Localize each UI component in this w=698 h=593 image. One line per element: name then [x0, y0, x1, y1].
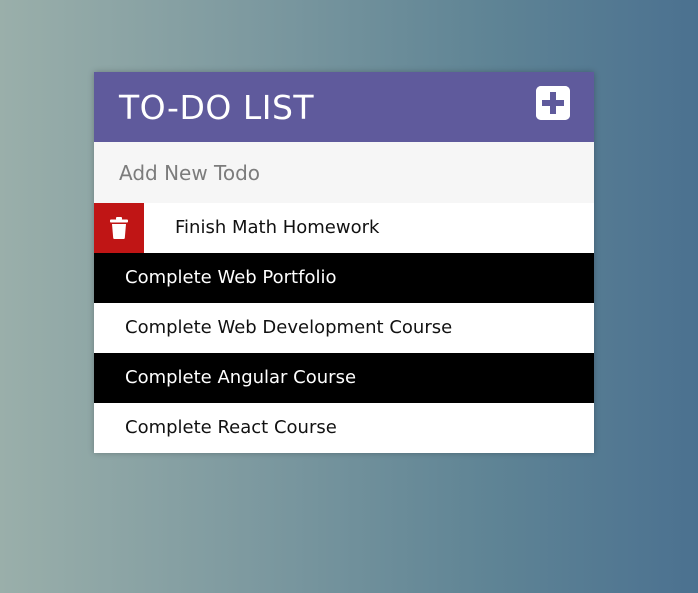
plus-square-icon — [536, 86, 570, 120]
todo-item[interactable]: Complete Web Portfolio — [94, 253, 594, 303]
todo-list: Finish Math Homework Complete Web Portfo… — [94, 203, 594, 453]
todo-item[interactable]: Complete Angular Course — [94, 353, 594, 403]
todo-item-label: Complete Angular Course — [125, 367, 357, 388]
new-todo-input[interactable] — [94, 142, 594, 203]
delete-todo-button[interactable] — [94, 203, 144, 253]
todo-item-label: Complete Web Portfolio — [125, 267, 337, 288]
todo-header: TO-DO LIST — [94, 72, 594, 142]
todo-item-label: Complete Web Development Course — [125, 317, 453, 338]
todo-item[interactable]: Finish Math Homework — [94, 203, 594, 253]
todo-item[interactable]: Complete Web Development Course — [94, 303, 594, 353]
add-todo-button[interactable] — [536, 86, 570, 120]
trash-icon — [110, 217, 128, 239]
todo-item-label: Finish Math Homework — [175, 217, 380, 238]
todo-item[interactable]: Complete React Course — [94, 403, 594, 453]
todo-card: TO-DO LIST Finish Math Homework Complete… — [94, 72, 594, 453]
todo-item-label: Complete React Course — [125, 417, 337, 438]
page-title: TO-DO LIST — [119, 88, 315, 127]
